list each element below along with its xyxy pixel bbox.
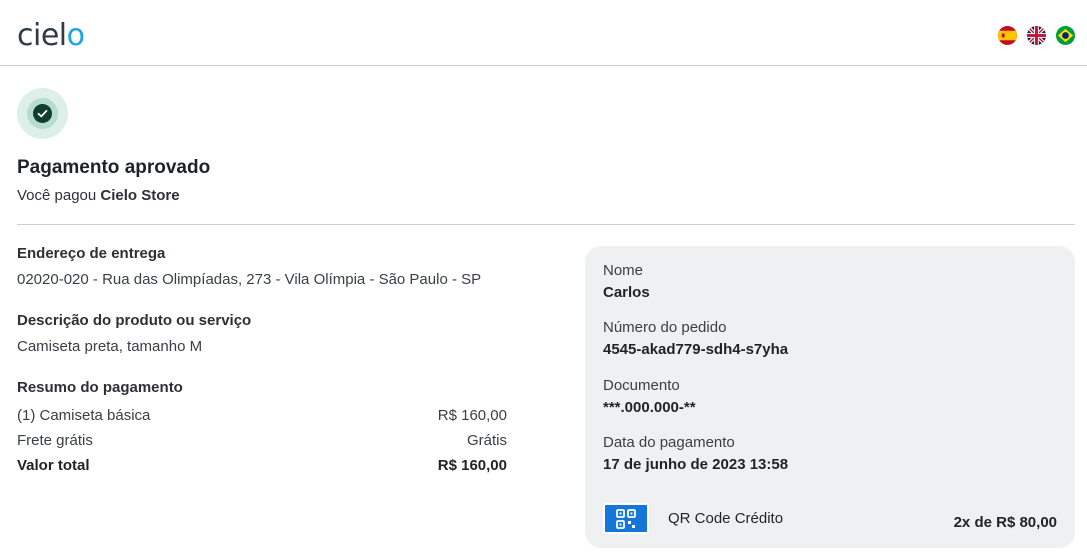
- qr-code-icon: [603, 503, 649, 534]
- summary-item-value: Grátis: [466, 432, 507, 449]
- shipping-label: Endereço de entrega: [17, 245, 166, 262]
- spain-flag-icon[interactable]: [998, 26, 1017, 45]
- payment-details-card: Nome Carlos Número do pedido 4545-akad77…: [585, 246, 1075, 548]
- page-title: Pagamento aprovado: [17, 157, 211, 178]
- summary-row: (1) Camiseta básica R$ 160,00: [17, 407, 507, 424]
- installments: 2x de R$ 80,00: [953, 514, 1057, 531]
- total-value: R$ 160,00: [437, 457, 507, 474]
- summary-item-value: R$ 160,00: [437, 407, 507, 424]
- name-value: Carlos: [603, 284, 650, 301]
- shipping-address: 02020-020 - Rua das Olimpíadas, 273 - Vi…: [17, 271, 482, 288]
- product-description: Camiseta preta, tamanho M: [17, 338, 203, 355]
- product-label: Descrição do produto ou serviço: [17, 312, 252, 329]
- name-label: Nome: [603, 262, 644, 279]
- payment-date-value: 17 de junho de 2023 13:58: [603, 456, 789, 473]
- summary-item-name: (1) Camiseta básica: [17, 407, 151, 424]
- brazil-flag-icon[interactable]: [1056, 26, 1075, 45]
- logo-text-accent: o: [66, 18, 85, 53]
- document-value: ***.000.000-**: [603, 399, 696, 416]
- merchant-name: Cielo Store: [100, 187, 180, 204]
- order-number-value: 4545-akad779-sdh4-s7yha: [603, 341, 789, 358]
- payment-date-label: Data do pagamento: [603, 434, 735, 451]
- cielo-logo[interactable]: cielo: [17, 16, 85, 56]
- total-label: Valor total: [17, 457, 90, 474]
- success-check-icon: [17, 88, 68, 139]
- language-switcher: [998, 26, 1075, 45]
- summary-row: Frete grátis Grátis: [17, 432, 507, 449]
- summary-item-name: Frete grátis: [17, 432, 93, 449]
- payment-subtitle: Você pagou Cielo Store: [17, 187, 180, 204]
- summary-label: Resumo do pagamento: [17, 379, 183, 396]
- summary-total-row: Valor total R$ 160,00: [17, 457, 507, 474]
- payment-method: QR Code Crédito: [668, 510, 784, 527]
- order-number-label: Número do pedido: [603, 319, 727, 336]
- document-label: Documento: [603, 377, 680, 394]
- uk-flag-icon[interactable]: [1027, 26, 1046, 45]
- subtitle-prefix: Você pagou: [17, 187, 101, 204]
- header: cielo: [0, 0, 1087, 66]
- logo-text-main: ciel: [17, 18, 67, 53]
- divider: [17, 224, 1075, 225]
